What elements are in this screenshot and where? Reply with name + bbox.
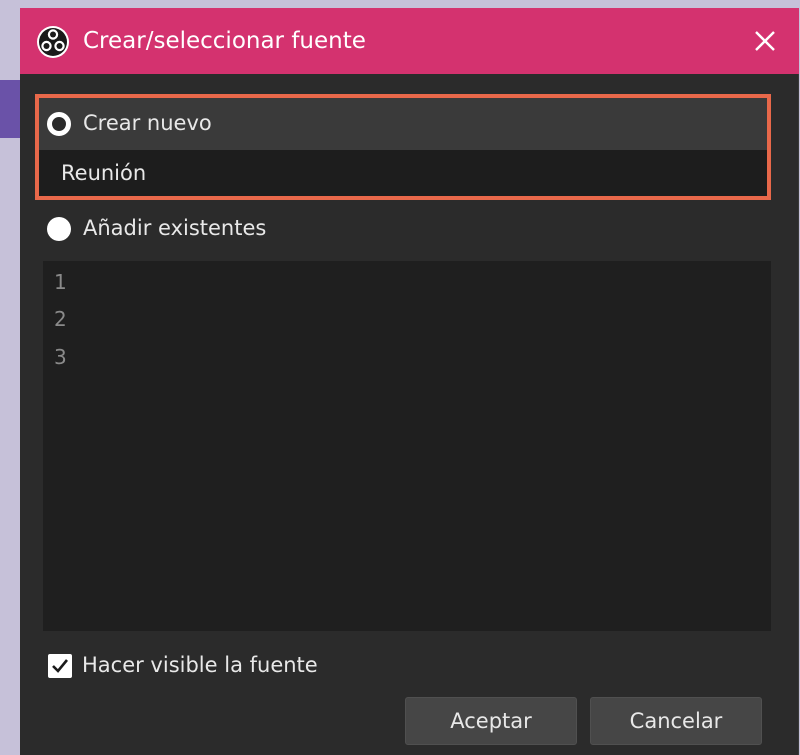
- cancel-button[interactable]: Cancelar: [590, 697, 762, 745]
- dialog-titlebar: Crear/seleccionar fuente: [20, 8, 799, 74]
- dialog-title: Crear/seleccionar fuente: [83, 28, 366, 54]
- obs-logo-icon: [37, 26, 69, 58]
- make-visible-checkbox[interactable]: [48, 654, 72, 678]
- create-new-radio[interactable]: [47, 112, 71, 136]
- create-select-source-dialog: Crear/seleccionar fuente Crear nuevo Aña…: [20, 8, 799, 755]
- add-existing-radio[interactable]: [47, 217, 71, 241]
- checkmark-icon: [52, 659, 69, 673]
- list-item[interactable]: 3: [54, 344, 67, 370]
- make-visible-label: Hacer visible la fuente: [82, 653, 318, 677]
- source-name-input[interactable]: [39, 150, 767, 196]
- add-existing-label: Añadir existentes: [83, 216, 267, 240]
- close-icon[interactable]: [751, 27, 779, 55]
- list-item[interactable]: 2: [54, 306, 67, 332]
- create-new-label: Crear nuevo: [83, 111, 212, 135]
- existing-sources-list[interactable]: 1 2 3: [43, 261, 771, 631]
- list-item[interactable]: 1: [54, 269, 67, 295]
- ok-button[interactable]: Aceptar: [405, 697, 577, 745]
- create-new-row[interactable]: Crear nuevo: [39, 98, 767, 150]
